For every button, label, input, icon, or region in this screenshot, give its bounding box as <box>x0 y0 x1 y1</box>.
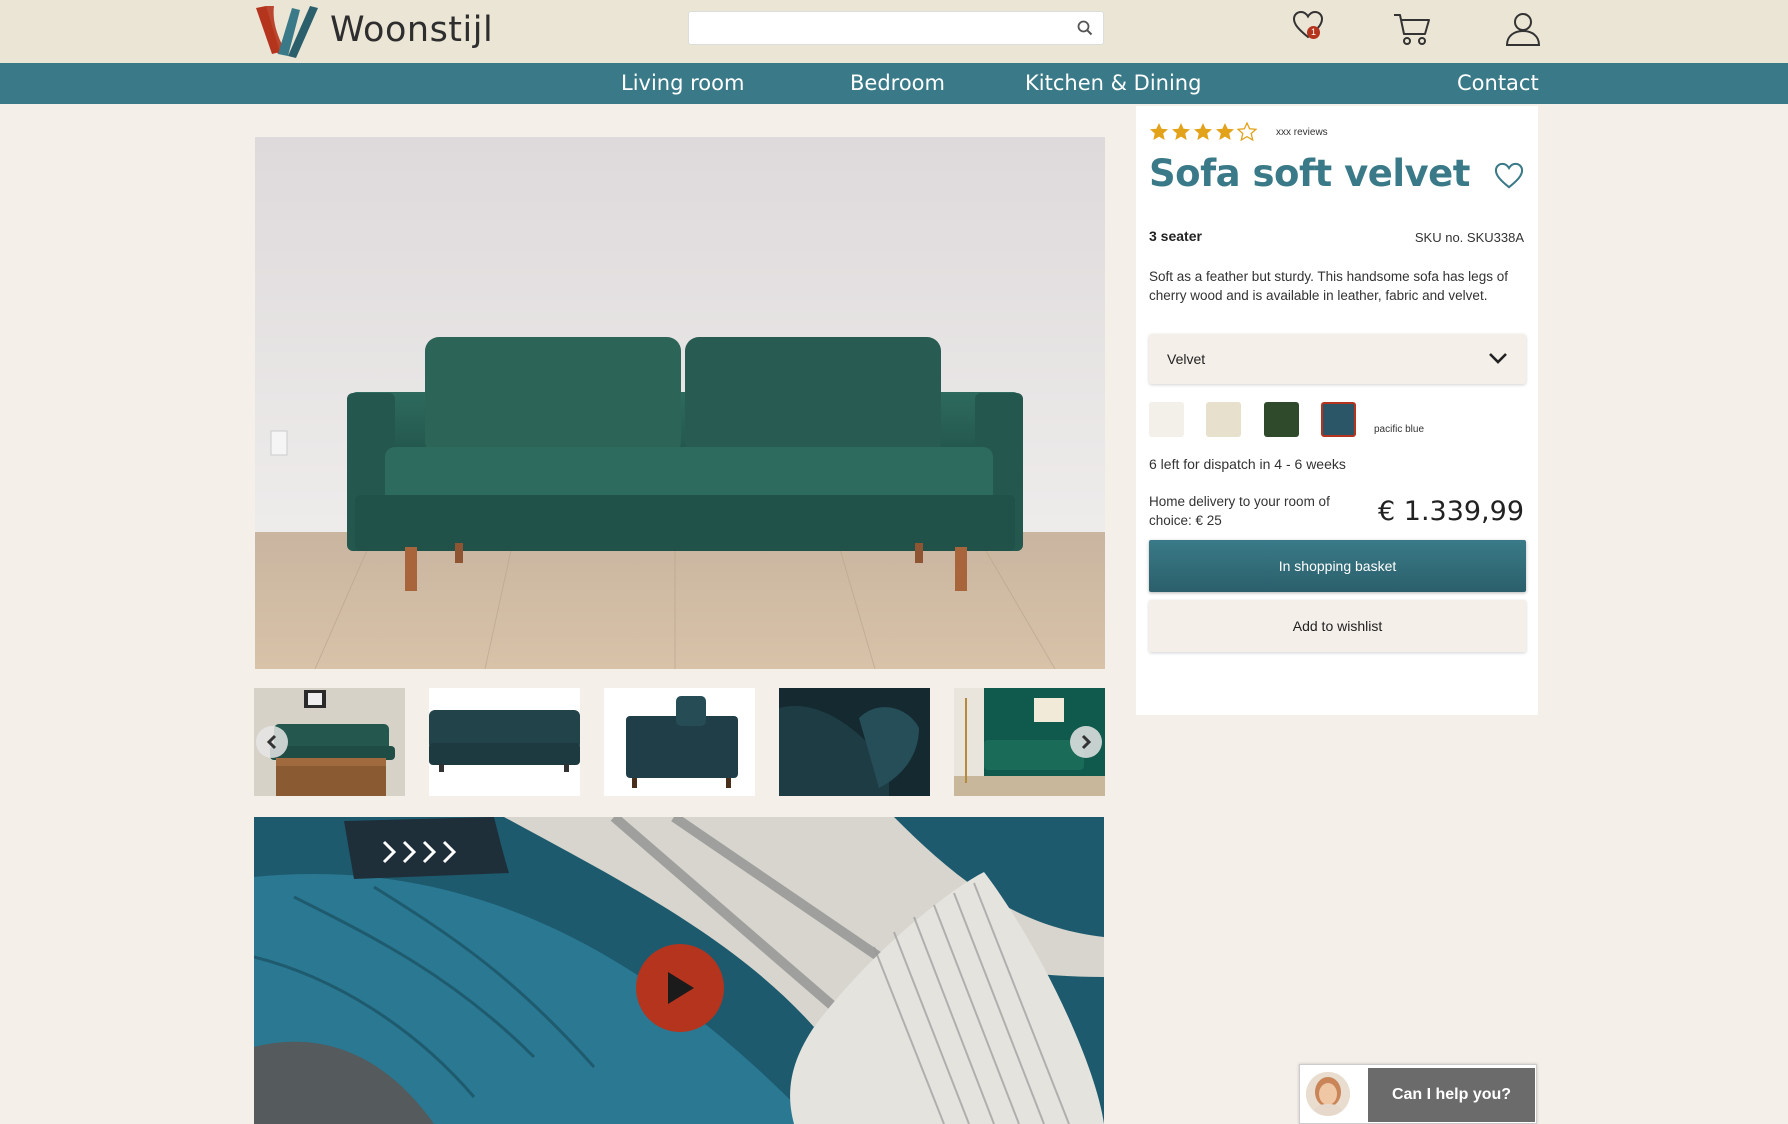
product-video[interactable] <box>254 817 1104 1124</box>
thumbnail-2[interactable] <box>429 688 580 796</box>
rating-stars <box>1149 122 1257 141</box>
thumbnail-image <box>604 688 755 796</box>
star-filled-icon <box>1150 123 1168 140</box>
main-nav: Living room Bedroom Kitchen & Dining Con… <box>0 63 1788 104</box>
search-bar[interactable] <box>688 11 1104 45</box>
material-select-value: Velvet <box>1167 351 1206 367</box>
chevron-right-icon <box>1081 734 1092 750</box>
nav-living-room[interactable]: Living room <box>621 71 744 95</box>
star-filled-icon <box>1216 123 1234 140</box>
nav-contact[interactable]: Contact <box>1457 71 1539 95</box>
top-header: Woonstijl 1 <box>0 0 1788 63</box>
material-select[interactable]: Velvet <box>1149 334 1526 384</box>
thumbnail-next-button[interactable] <box>1070 726 1102 758</box>
reviews-link[interactable]: xxx reviews <box>1276 127 1328 138</box>
thumbnail-prev-button[interactable] <box>256 726 288 758</box>
selected-swatch-label: pacific blue <box>1374 424 1425 435</box>
logo-text: Woonstijl <box>330 10 494 50</box>
swatch-pacific-blue[interactable] <box>1321 402 1356 437</box>
add-to-basket-button[interactable]: In shopping basket <box>1149 540 1526 592</box>
product-variant: 3 seater <box>1149 228 1202 244</box>
account-button[interactable] <box>1505 12 1541 51</box>
logo[interactable]: Woonstijl <box>252 2 493 58</box>
star-filled-icon <box>1194 123 1212 140</box>
chat-agent-avatar <box>1306 1072 1350 1116</box>
thumbnail-strip <box>254 688 1105 796</box>
wishlist-header-button[interactable]: 1 <box>1292 10 1324 45</box>
product-title: Sofa soft velvet <box>1149 152 1470 195</box>
add-to-wishlist-button[interactable]: Add to wishlist <box>1149 600 1526 652</box>
cart-button[interactable] <box>1393 12 1431 51</box>
wishlist-count-badge: 1 <box>1307 26 1320 39</box>
stock-status: 6 left for dispatch in 4 - 6 weeks <box>1149 456 1346 472</box>
favorite-button[interactable] <box>1494 162 1524 195</box>
thumbnail-image <box>779 688 930 796</box>
swatch-green[interactable] <box>1264 402 1299 437</box>
product-price: € 1.339,99 <box>1378 496 1524 527</box>
product-info-panel: xxx reviews Sofa soft velvet 3 seater SK… <box>1136 106 1538 715</box>
thumbnail-4[interactable] <box>779 688 930 796</box>
star-empty-icon <box>1237 122 1257 141</box>
nav-kitchen-dining[interactable]: Kitchen & Dining <box>1025 71 1201 95</box>
play-icon <box>668 972 694 1004</box>
swatch-cream[interactable] <box>1206 402 1241 437</box>
chat-widget[interactable]: Can I help you? <box>1299 1064 1537 1124</box>
thumbnail-image <box>429 688 580 796</box>
heart-icon <box>1494 162 1524 189</box>
search-icon[interactable] <box>1077 20 1093 36</box>
cart-icon <box>1394 14 1430 45</box>
delivery-info: Home delivery to your room of choice: € … <box>1149 494 1330 528</box>
sku-number: SKU no. SKU338A <box>1414 230 1524 245</box>
swatch-white[interactable] <box>1149 402 1184 437</box>
user-icon <box>1505 13 1541 46</box>
search-input[interactable] <box>697 16 1057 40</box>
main-product-image[interactable] <box>255 137 1105 669</box>
logo-mark-icon <box>256 6 318 58</box>
video-play-button[interactable] <box>636 944 724 1032</box>
chevron-left-icon <box>266 734 277 750</box>
avatar-image <box>1306 1072 1350 1116</box>
sofa-photo <box>255 137 1105 669</box>
nav-bedroom[interactable]: Bedroom <box>850 71 945 95</box>
thumbnail-3[interactable] <box>604 688 755 796</box>
star-filled-icon <box>1172 123 1190 140</box>
chat-label: Can I help you? <box>1368 1068 1535 1122</box>
chevron-down-icon <box>1489 353 1507 364</box>
product-description: Soft as a feather but sturdy. This hands… <box>1149 269 1508 303</box>
